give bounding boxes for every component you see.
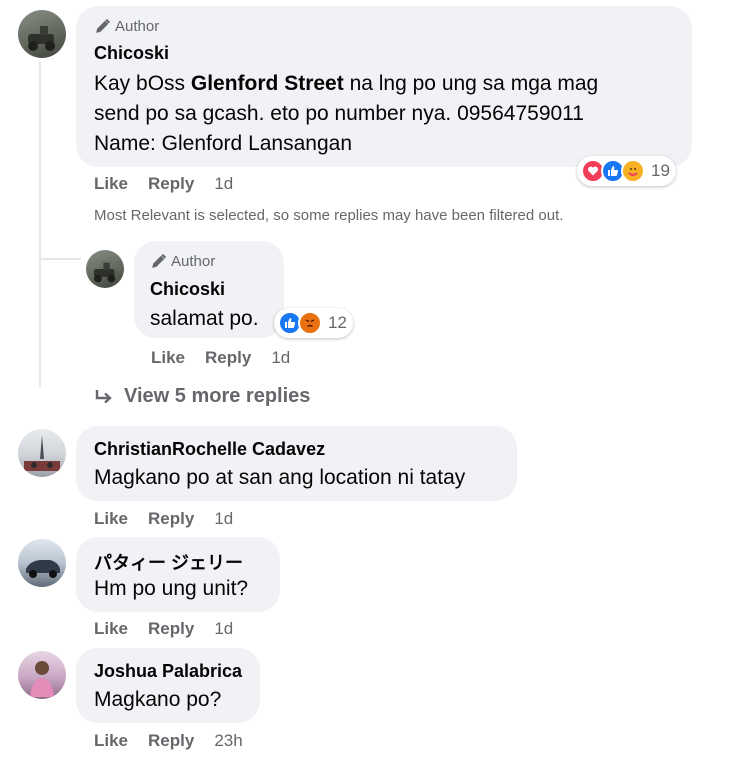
avatar[interactable] — [18, 651, 66, 699]
comment-bubble: Joshua Palabrica Magkano po? — [76, 648, 260, 723]
comment-text: salamat po. — [150, 307, 259, 330]
commenter-name[interactable]: パタィー ジェリー — [94, 549, 243, 575]
comment-timestamp[interactable]: 1d — [214, 509, 233, 528]
avatar-photo-icon — [28, 26, 55, 51]
comment-text: Magkano po at san ang location ni tatay — [94, 466, 466, 489]
reaction-count: 12 — [328, 313, 347, 332]
commenter-name[interactable]: ChristianRochelle Cadavez — [94, 439, 325, 460]
like-button[interactable]: Like — [94, 509, 128, 528]
avatar[interactable] — [86, 250, 124, 288]
commenter-name[interactable]: Chicoski — [150, 279, 225, 300]
reply-button[interactable]: Reply — [205, 348, 251, 367]
reply-button[interactable]: Reply — [148, 731, 194, 750]
avatar-photo-icon — [93, 262, 116, 283]
like-button[interactable]: Like — [94, 174, 128, 193]
avatar-photo-icon — [24, 435, 60, 471]
commenter-name[interactable]: Chicoski — [94, 43, 169, 64]
comment-bubble: パタィー ジェリー Hm po ung unit? — [76, 537, 280, 612]
comment-timestamp[interactable]: 23h — [214, 731, 242, 750]
reaction-count: 19 — [651, 161, 670, 180]
like-button[interactable]: Like — [151, 348, 185, 367]
avatar-photo-icon — [26, 560, 60, 578]
author-badge-label: Author — [115, 18, 160, 35]
avatar-photo-icon — [30, 661, 54, 697]
comment-bubble: ChristianRochelle Cadavez Magkano po at … — [76, 426, 517, 501]
like-button[interactable]: Like — [94, 619, 128, 638]
reply-button[interactable]: Reply — [148, 174, 194, 193]
author-badge: Author — [150, 253, 215, 270]
commenter-name[interactable]: Joshua Palabrica — [94, 661, 242, 682]
reply-bubble: Author Chicoski salamat po. — [134, 241, 284, 338]
comment-actions: Like Reply 1d — [94, 174, 233, 194]
comment-bubble: Author Chicoski Kay bOss Glenford Street… — [76, 6, 692, 167]
author-badge: Author — [94, 18, 159, 35]
pencil-icon — [96, 18, 111, 33]
comment-actions: Like Reply 1d — [94, 619, 233, 639]
mentioned-name[interactable]: Glenford Street — [191, 72, 344, 95]
comment-timestamp[interactable]: 1d — [214, 174, 233, 193]
comment-timestamp[interactable]: 1d — [214, 619, 233, 638]
reply-arrow-icon — [95, 389, 112, 403]
avatar[interactable] — [18, 10, 66, 58]
view-more-replies-label: View 5 more replies — [124, 385, 311, 407]
comment-text: Kay bOss Glenford Street na lng po ung s… — [94, 69, 598, 159]
view-more-replies-button[interactable]: View 5 more replies — [94, 385, 310, 408]
comment-text: Hm po ung unit? — [94, 577, 249, 600]
reactions-summary[interactable]: 12 — [274, 308, 353, 338]
comment-text-line: Name: Glenford Lansangan — [94, 132, 352, 155]
like-button[interactable]: Like — [94, 731, 128, 750]
comment-actions: Like Reply 1d — [94, 509, 233, 529]
comment-text-segment: na lng po ung sa mga mag — [343, 72, 599, 95]
pencil-icon — [152, 253, 167, 268]
angry-reaction-icon — [298, 311, 322, 335]
reactions-summary[interactable]: 19 — [577, 156, 676, 186]
reply-button[interactable]: Reply — [148, 509, 194, 528]
author-badge-label: Author — [171, 253, 216, 270]
thread-line-vertical — [39, 62, 41, 387]
reply-actions: Like Reply 1d — [151, 348, 290, 368]
filter-note: Most Relevant is selected, so some repli… — [94, 207, 564, 224]
avatar[interactable] — [18, 429, 66, 477]
comment-text-line: send po sa gcash. eto po number nya. 095… — [94, 102, 584, 125]
care-reaction-icon — [621, 159, 645, 183]
avatar[interactable] — [18, 539, 66, 587]
comment-text-segment: Kay bOss — [94, 72, 191, 95]
comment-actions: Like Reply 23h — [94, 731, 243, 751]
reply-button[interactable]: Reply — [148, 619, 194, 638]
thread-line-branch — [39, 258, 81, 260]
comment-text: Magkano po? — [94, 688, 222, 711]
comment-timestamp[interactable]: 1d — [271, 348, 290, 367]
